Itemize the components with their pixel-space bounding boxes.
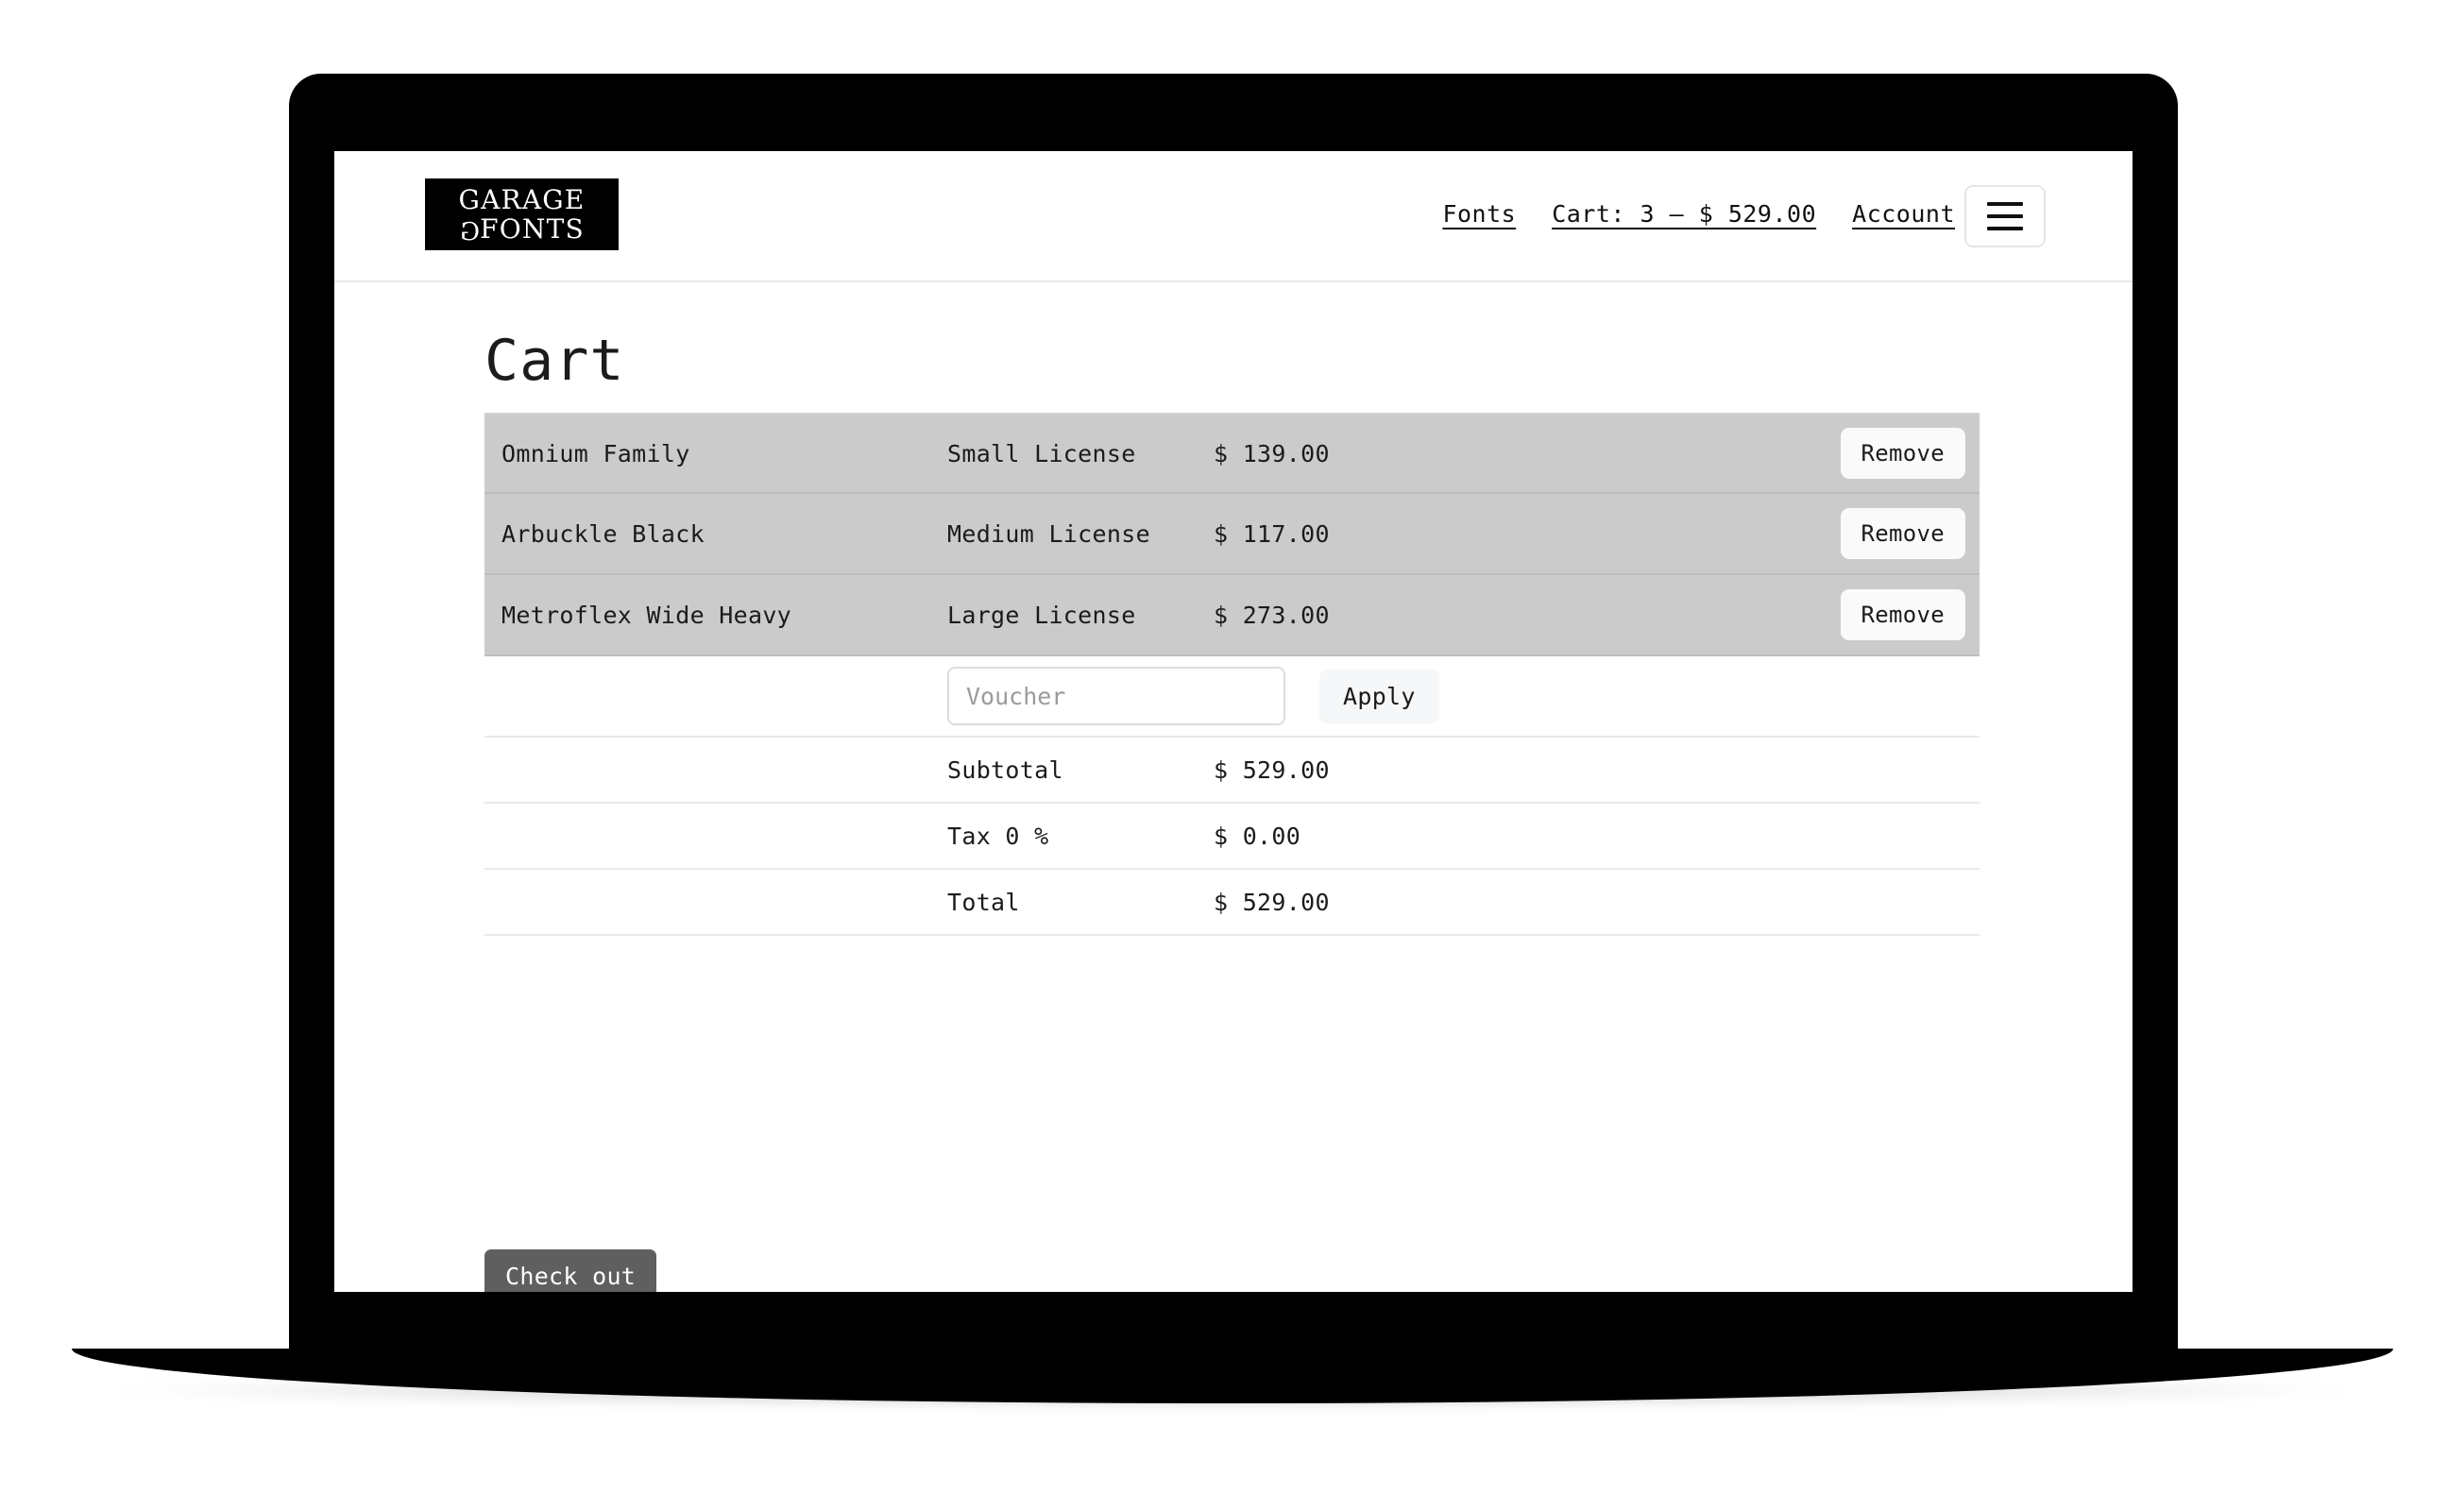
voucher-controls: Apply [947, 667, 1439, 725]
subtotal-value: $ 529.00 [1214, 756, 1620, 784]
total-row: Total $ 529.00 [484, 870, 1980, 936]
site-header: GARAGE GFONTS Fonts Cart: 3 – $ 529.00 A… [334, 151, 2133, 282]
primary-nav: Fonts Cart: 3 – $ 529.00 Account [1442, 200, 1955, 228]
nav-link-fonts[interactable]: Fonts [1442, 200, 1516, 228]
cart-item-name: Omnium Family [484, 440, 947, 467]
subtotal-row: Subtotal $ 529.00 [484, 738, 1980, 804]
cart-item-license: Medium License [947, 520, 1214, 548]
remove-button[interactable]: Remove [1841, 508, 1966, 559]
cart-item-price: $ 273.00 [1214, 602, 1620, 629]
logo-fonts-text: FONTS [480, 213, 585, 245]
browser-viewport: GARAGE GFONTS Fonts Cart: 3 – $ 529.00 A… [334, 151, 2133, 1292]
table-row: Metroflex Wide Heavy Large License $ 273… [484, 575, 1980, 656]
tax-label: Tax 0 % [947, 823, 1214, 850]
cart-item-license: Small License [947, 440, 1214, 467]
cart-item-name: Arbuckle Black [484, 520, 947, 548]
cart-item-license: Large License [947, 602, 1214, 629]
hamburger-icon-bar-3 [1987, 227, 2023, 230]
tax-row: Tax 0 % $ 0.00 [484, 804, 1980, 870]
site-logo[interactable]: GARAGE GFONTS [425, 178, 619, 250]
logo-swash-glyph: G [459, 220, 480, 245]
voucher-input[interactable] [947, 667, 1285, 725]
table-row: Arbuckle Black Medium License $ 117.00 R… [484, 494, 1980, 575]
hamburger-icon-bar-2 [1987, 214, 2023, 218]
cart-item-price: $ 139.00 [1214, 440, 1620, 467]
nav-link-cart[interactable]: Cart: 3 – $ 529.00 [1552, 200, 1816, 228]
checkout-button[interactable]: Check out [484, 1249, 656, 1292]
page-title: Cart [484, 328, 625, 394]
cart-item-price: $ 117.00 [1214, 520, 1620, 548]
cart-item-action: Remove [1620, 589, 1980, 640]
subtotal-label: Subtotal [947, 756, 1214, 784]
voucher-row: Apply [484, 656, 1980, 738]
apply-voucher-button[interactable]: Apply [1319, 670, 1439, 723]
cart-item-action: Remove [1620, 508, 1980, 559]
remove-button[interactable]: Remove [1841, 589, 1966, 640]
total-value: $ 529.00 [1214, 889, 1620, 916]
tax-value: $ 0.00 [1214, 823, 1620, 850]
logo-line-fonts: GFONTS [459, 216, 585, 243]
cart-table: Omnium Family Small License $ 139.00 Rem… [484, 413, 1980, 936]
logo-line-garage: GARAGE [459, 187, 586, 213]
hamburger-icon [1987, 202, 2023, 206]
hamburger-menu-button[interactable] [1964, 185, 2046, 247]
cart-item-action: Remove [1620, 428, 1980, 479]
table-row: Omnium Family Small License $ 139.00 Rem… [484, 413, 1980, 494]
screenshot-stage: GARAGE GFONTS Fonts Cart: 3 – $ 529.00 A… [0, 0, 2464, 1511]
total-label: Total [947, 889, 1214, 916]
nav-link-account[interactable]: Account [1852, 200, 1955, 228]
remove-button[interactable]: Remove [1841, 428, 1966, 479]
cart-item-name: Metroflex Wide Heavy [484, 602, 947, 629]
